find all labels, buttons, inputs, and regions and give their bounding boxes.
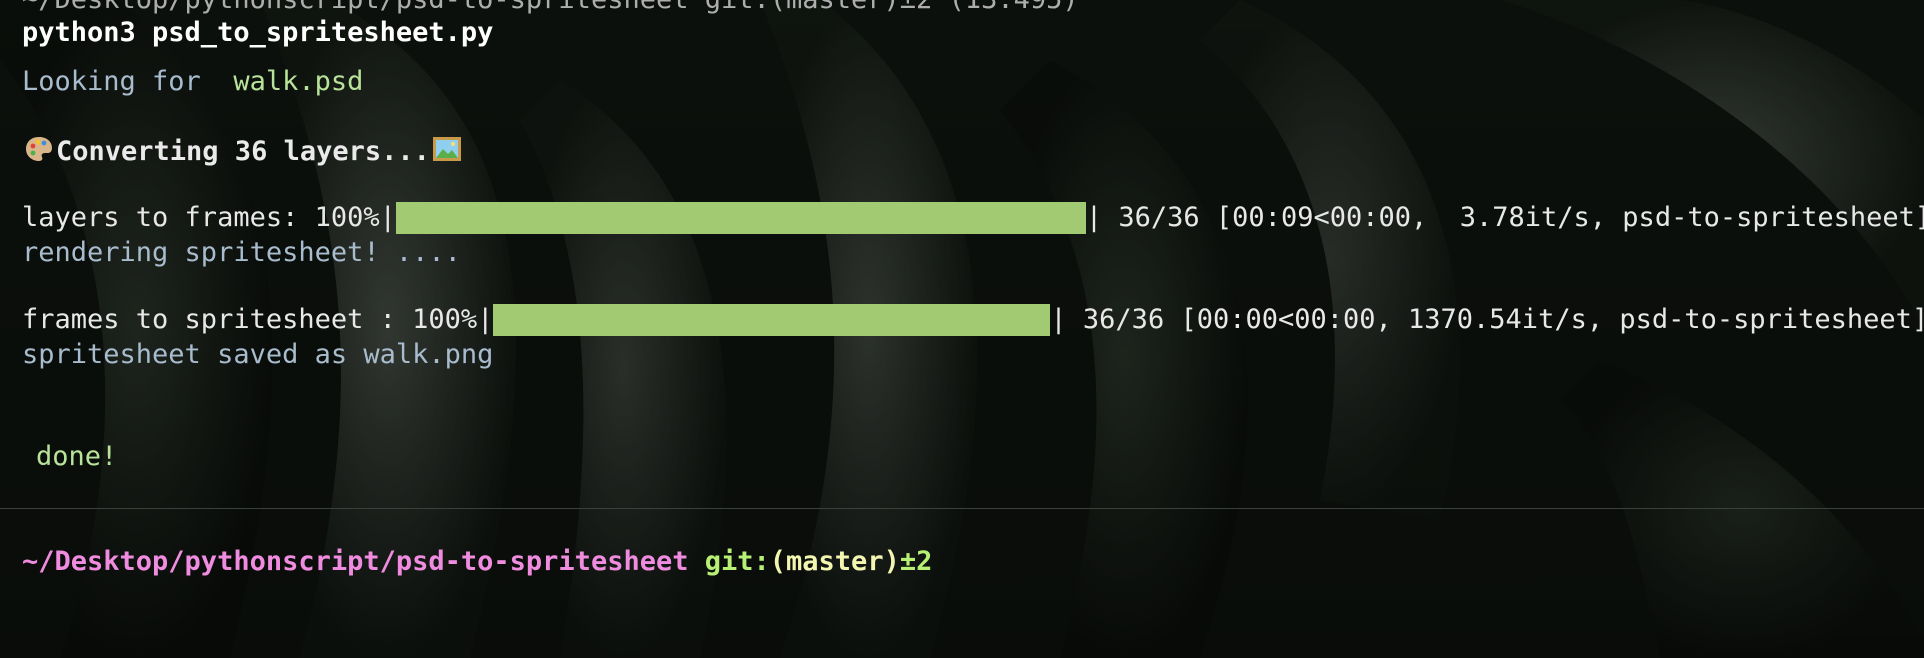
progress-suffix-frames: | 36/36 [00:00<00:00, 1370.54it/s, psd-t… (1050, 304, 1924, 335)
command-line: python3 psd_to_spritesheet.py (22, 17, 494, 48)
progress-label-frames: frames to spritesheet : 100%| (22, 304, 494, 335)
psd-file-name: walk.psd (233, 66, 364, 97)
shell-prompt[interactable]: ~/Desktop/pythonscript/psd-to-spriteshee… (22, 545, 932, 579)
progress-bar-layers (395, 202, 1086, 234)
terminal-divider (0, 508, 1924, 509)
framed-picture-icon (432, 137, 461, 161)
saved-status: spritesheet saved as walk.png (22, 339, 494, 370)
progress-line-frames: frames to spritesheet : 100%| | 36/36 [00… (22, 303, 1924, 337)
progress-bar-frames (493, 304, 1051, 336)
progress-label-layers: layers to frames: 100%| (22, 202, 396, 233)
prompt-dirty-indicator: ±2 (899, 546, 933, 577)
terminal-window[interactable]: ~/Desktop/pythonscript/psd-to-spriteshee… (0, 0, 1924, 658)
looking-for-line: Looking for walk.psd (22, 65, 363, 99)
looking-for-label: Looking for (22, 66, 234, 97)
progress-suffix-layers: | 36/36 [00:09<00:00, 3.78it/s, psd-to-s… (1085, 202, 1924, 233)
converting-line: Converting 36 layers... (22, 134, 464, 169)
artist-palette-icon (26, 137, 52, 161)
prompt-git-label: git: (704, 546, 770, 577)
progress-line-layers: layers to frames: 100%| | 36/36 [00:09<00… (22, 201, 1924, 235)
converting-text: Converting 36 layers... (56, 136, 430, 167)
rendering-status: rendering spritesheet! .... (22, 237, 461, 268)
prompt-path: ~/Desktop/pythonscript/psd-to-spriteshee… (22, 546, 689, 577)
prompt-branch: (master) (769, 546, 900, 577)
done-message: done! (36, 441, 118, 472)
previous-prompt-line: ~/Desktop/pythonscript/psd-to-spriteshee… (22, 0, 1079, 17)
